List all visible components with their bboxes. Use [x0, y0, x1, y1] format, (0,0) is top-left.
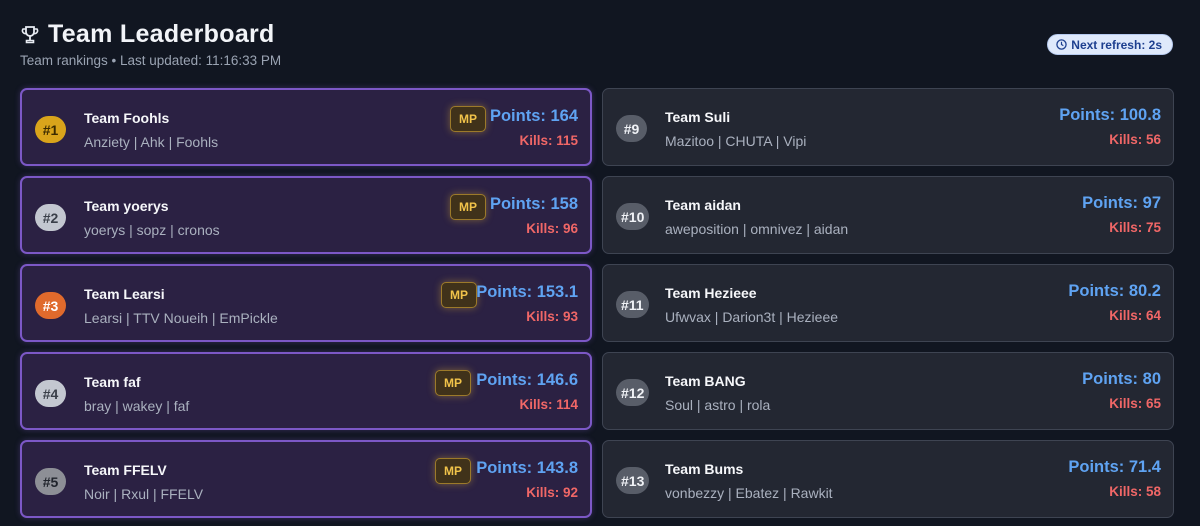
team-members: yoerys | sopz | cronos [84, 222, 220, 238]
team-name: Team aidan [665, 197, 741, 213]
team-info: Team yoerys yoerys | sopz | cronos [84, 198, 220, 238]
team-info: Team aidan aweposition | omnivez | aidan [665, 197, 848, 237]
team-card: #13 Team Bums vonbezzy | Ebatez | Rawkit… [602, 440, 1174, 518]
leaderboard-page: Team Leaderboard Team rankings • Last up… [0, 0, 1200, 526]
team-name: Team Suli [665, 109, 731, 125]
mp-badge: MP [450, 106, 486, 132]
team-card: #5 Team FFELV Noir | Rxul | FFELV MP Poi… [20, 440, 592, 518]
team-points: Points: 97 [1082, 194, 1161, 212]
team-kills: Kills: 58 [1109, 484, 1161, 499]
team-points: Points: 80 [1082, 370, 1161, 388]
rank-badge: #1 [35, 116, 66, 143]
team-info: Team faf bray | wakey | faf [84, 374, 189, 414]
team-name: Team Foohls [84, 110, 170, 126]
team-stats: Points: 153.1 Kills: 93 [476, 283, 578, 324]
team-kills: Kills: 93 [526, 309, 578, 324]
team-info: Team Suli Mazitoo | CHUTA | Vipi [665, 109, 806, 149]
team-stats: Points: 146.6 Kills: 114 [476, 371, 578, 412]
rank-badge: #10 [616, 203, 650, 230]
team-points: Points: 100.8 [1059, 106, 1161, 124]
trophy-icon [21, 25, 39, 43]
team-name: Team Hezieee [665, 285, 757, 301]
team-card: #1 Team Foohls Anziety | Ahk | Foohls MP… [20, 88, 592, 166]
team-card: #10 Team aidan aweposition | omnivez | a… [602, 176, 1174, 254]
mp-badge: MP [435, 370, 471, 396]
team-points: Points: 164 [489, 107, 578, 125]
team-points: Points: 153.1 [476, 283, 578, 301]
team-kills: Kills: 115 [519, 133, 578, 148]
team-members: Noir | Rxul | FFELV [84, 486, 204, 502]
leaderboard-left-column: #1 Team Foohls Anziety | Ahk | Foohls MP… [20, 88, 592, 526]
team-stats: Points: 164 Kills: 115 [490, 107, 578, 148]
team-info: Team Foohls Anziety | Ahk | Foohls [84, 110, 218, 150]
team-name: Team Bums [665, 461, 744, 477]
team-members: Learsi | TTV Noueih | EmPickle [84, 310, 278, 326]
next-refresh-label: Next refresh: 2s [1071, 37, 1162, 52]
mp-badge: MP [450, 194, 486, 220]
team-info: Team FFELV Noir | Rxul | FFELV [84, 462, 203, 502]
team-stats: Points: 80.2 Kills: 64 [1068, 282, 1161, 323]
team-points: Points: 158 [489, 195, 578, 213]
team-members: Anziety | Ahk | Foohls [84, 134, 219, 150]
team-members: bray | wakey | faf [84, 398, 190, 414]
team-members: vonbezzy | Ebatez | Rawkit [665, 485, 833, 501]
team-kills: Kills: 75 [1109, 220, 1161, 235]
page-subtitle: Team rankings • Last updated: 11:16:33 P… [20, 53, 282, 68]
leaderboard-right-column: #9 Team Suli Mazitoo | CHUTA | Vipi Poin… [602, 88, 1174, 526]
team-stats: Points: 158 Kills: 96 [490, 195, 578, 236]
page-header: Team Leaderboard Team rankings • Last up… [20, 20, 281, 68]
team-stats: Points: 97 Kills: 75 [1082, 194, 1161, 235]
rank-badge: #11 [616, 291, 649, 318]
team-stats: Points: 71.4 Kills: 58 [1068, 458, 1161, 499]
team-kills: Kills: 92 [526, 485, 578, 500]
rank-badge: #9 [616, 115, 647, 142]
rank-badge: #5 [35, 468, 66, 495]
team-name: Team Learsi [84, 286, 165, 302]
page-title: Team Leaderboard [48, 20, 275, 48]
next-refresh-badge: Next refresh: 2s [1047, 34, 1173, 55]
team-kills: Kills: 114 [519, 397, 578, 412]
team-info: Team BANG Soul | astro | rola [665, 373, 770, 413]
team-info: Team Bums vonbezzy | Ebatez | Rawkit [665, 461, 833, 501]
team-kills: Kills: 56 [1109, 132, 1161, 147]
team-card: #12 Team BANG Soul | astro | rola Points… [602, 352, 1174, 430]
team-stats: Points: 80 Kills: 65 [1082, 370, 1161, 411]
team-points: Points: 80.2 [1068, 282, 1161, 300]
team-card: #4 Team faf bray | wakey | faf MP Points… [20, 352, 592, 430]
mp-badge: MP [435, 458, 471, 484]
team-name: Team faf [84, 374, 141, 390]
team-card: #3 Team Learsi Learsi | TTV Noueih | EmP… [20, 264, 592, 342]
mp-badge: MP [441, 282, 477, 308]
team-members: aweposition | omnivez | aidan [665, 221, 849, 237]
title-row: Team Leaderboard [20, 20, 281, 49]
team-kills: Kills: 96 [526, 221, 578, 236]
rank-badge: #4 [35, 380, 66, 407]
team-kills: Kills: 64 [1109, 308, 1161, 323]
rank-badge: #2 [35, 204, 66, 231]
team-members: Ufwvax | Darion3t | Hezieee [665, 309, 839, 325]
team-name: Team BANG [665, 373, 746, 389]
rank-badge: #12 [616, 379, 650, 406]
team-info: Team Hezieee Ufwvax | Darion3t | Hezieee [665, 285, 838, 325]
team-name: Team FFELV [84, 462, 167, 478]
team-name: Team yoerys [84, 198, 169, 214]
team-stats: Points: 100.8 Kills: 56 [1059, 106, 1161, 147]
team-card: #9 Team Suli Mazitoo | CHUTA | Vipi Poin… [602, 88, 1174, 166]
rank-badge: #13 [616, 467, 650, 494]
rank-badge: #3 [35, 292, 66, 319]
team-members: Mazitoo | CHUTA | Vipi [665, 133, 807, 149]
team-members: Soul | astro | rola [665, 397, 771, 413]
team-card: #11 Team Hezieee Ufwvax | Darion3t | Hez… [602, 264, 1174, 342]
team-kills: Kills: 65 [1109, 396, 1161, 411]
clock-icon [1056, 39, 1068, 50]
team-points: Points: 146.6 [476, 371, 578, 389]
team-info: Team Learsi Learsi | TTV Noueih | EmPick… [84, 286, 278, 326]
team-stats: Points: 143.8 Kills: 92 [476, 459, 578, 500]
team-points: Points: 71.4 [1068, 458, 1161, 476]
team-points: Points: 143.8 [476, 459, 578, 477]
team-card: #2 Team yoerys yoerys | sopz | cronos MP… [20, 176, 592, 254]
